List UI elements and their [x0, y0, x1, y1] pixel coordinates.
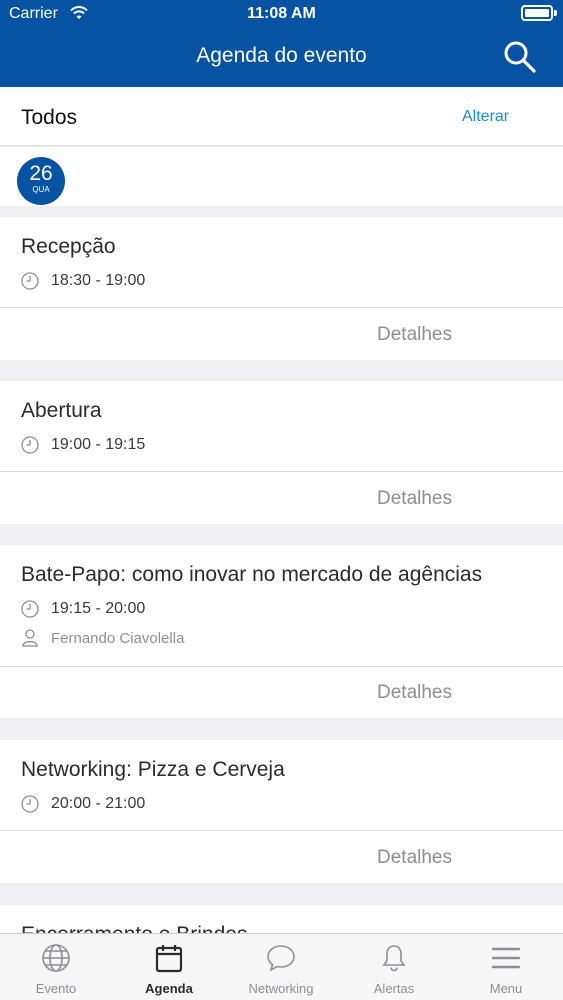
card-divider	[0, 666, 563, 667]
date-weekday: QUA	[32, 185, 50, 194]
details-button[interactable]: Detalhes	[377, 488, 452, 510]
tab-label: Evento	[35, 981, 77, 996]
date-selector: 26 QUA	[0, 147, 563, 206]
session-title: Recepção	[21, 235, 116, 258]
details-button[interactable]: Detalhes	[377, 682, 452, 704]
calendar-icon	[155, 945, 183, 973]
tab-networking[interactable]: Networking	[225, 934, 337, 1000]
session-card[interactable]: Recepção 18:30 - 19:00 Detalhes	[0, 217, 563, 360]
tab-alertas[interactable]: Alertas	[338, 934, 450, 1000]
tab-label: Networking	[248, 981, 314, 996]
session-card[interactable]: Abertura 19:00 - 19:15 Detalhes	[0, 381, 563, 524]
tab-label: Alertas	[373, 981, 415, 996]
session-card[interactable]: Networking: Pizza e Cerveja 20:00 - 21:0…	[0, 740, 563, 883]
details-button[interactable]: Detalhes	[377, 847, 452, 869]
globe-icon	[42, 944, 70, 972]
change-filter-button[interactable]: Alterar	[462, 108, 509, 126]
session-title: Abertura	[21, 399, 102, 422]
session-title: Bate-Papo: como inovar no mercado de agê…	[21, 563, 483, 586]
session-time: 18:30 - 19:00	[51, 272, 146, 289]
tab-bar: Evento Agenda Networking Alertas Menu	[0, 933, 563, 1000]
session-time: 19:15 - 20:00	[51, 600, 146, 617]
battery-icon	[521, 5, 553, 21]
session-card[interactable]: Bate-Papo: como inovar no mercado de agê…	[0, 545, 563, 718]
date-day: 26	[29, 162, 53, 185]
search-icon[interactable]	[503, 40, 537, 74]
session-time: 19:00 - 19:15	[51, 436, 146, 453]
session-time: 20:00 - 21:00	[51, 795, 146, 812]
menu-icon	[491, 947, 521, 969]
tab-evento[interactable]: Evento	[0, 934, 112, 1000]
status-time: 11:08 AM	[247, 5, 316, 22]
details-button[interactable]: Detalhes	[377, 324, 452, 346]
clock-icon	[21, 600, 39, 618]
filter-bar: Todos Alterar	[0, 87, 563, 146]
tab-label: Agenda	[145, 981, 193, 996]
tab-menu[interactable]: Menu	[450, 934, 562, 1000]
session-speaker: Fernando Ciavolella	[51, 630, 185, 647]
chat-bubble-icon	[267, 945, 295, 972]
person-icon	[22, 629, 38, 647]
date-chip[interactable]: 26 QUA	[17, 157, 65, 205]
filter-label: Todos	[21, 106, 78, 129]
session-title: Encerramento e Brindes	[21, 923, 247, 933]
card-divider	[0, 471, 563, 472]
clock-icon	[21, 272, 39, 290]
navigation-header: Carrier 11:08 AM Agenda do evento	[0, 0, 563, 87]
tab-agenda[interactable]: Agenda	[113, 934, 225, 1000]
bell-icon	[382, 945, 406, 972]
session-card[interactable]: Encerramento e Brindes	[0, 905, 563, 933]
card-divider	[0, 830, 563, 831]
page-title: Agenda do evento	[196, 44, 367, 67]
clock-icon	[21, 436, 39, 454]
clock-icon	[21, 795, 39, 813]
card-divider	[0, 307, 563, 308]
status-bar: Carrier 11:08 AM	[0, 0, 563, 30]
session-title: Networking: Pizza e Cerveja	[21, 758, 285, 781]
tab-label: Menu	[489, 981, 523, 996]
